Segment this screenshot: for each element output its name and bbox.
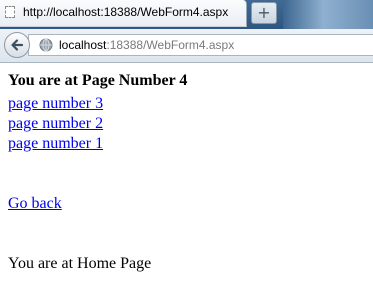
window-frame-glass [283,0,373,29]
tab-title: http://localhost:18388/WebForm4.aspx [23,5,229,19]
address-text: localhost:18388/WebForm4.aspx [59,38,234,52]
url-host: localhost [59,38,107,52]
new-tab-button[interactable]: + [251,2,277,24]
back-button[interactable] [4,32,30,58]
back-arrow-icon [11,39,24,51]
go-back-link[interactable]: Go back [8,194,187,214]
link-page-3[interactable]: page number 3 [8,94,187,114]
page-favicon-icon [5,6,15,18]
tab-webform4[interactable]: http://localhost:18388/WebForm4.aspx [0,0,247,27]
globe-icon [39,38,53,52]
home-page-text: You are at Home Page [8,255,152,272]
browser-window: http://localhost:18388/WebForm4.aspx + l… [0,0,373,295]
page-content: You are at Page Number 4 page number 3 p… [8,66,187,274]
page-heading: You are at Page Number 4 [8,72,188,89]
navigation-bar: localhost:18388/WebForm4.aspx [0,29,373,63]
url-path: :18388/WebForm4.aspx [106,38,235,52]
link-page-2[interactable]: page number 2 [8,114,187,134]
tab-strip: http://localhost:18388/WebForm4.aspx + [0,0,373,29]
link-page-1[interactable]: page number 1 [8,134,187,154]
address-bar[interactable]: localhost:18388/WebForm4.aspx [28,34,373,56]
